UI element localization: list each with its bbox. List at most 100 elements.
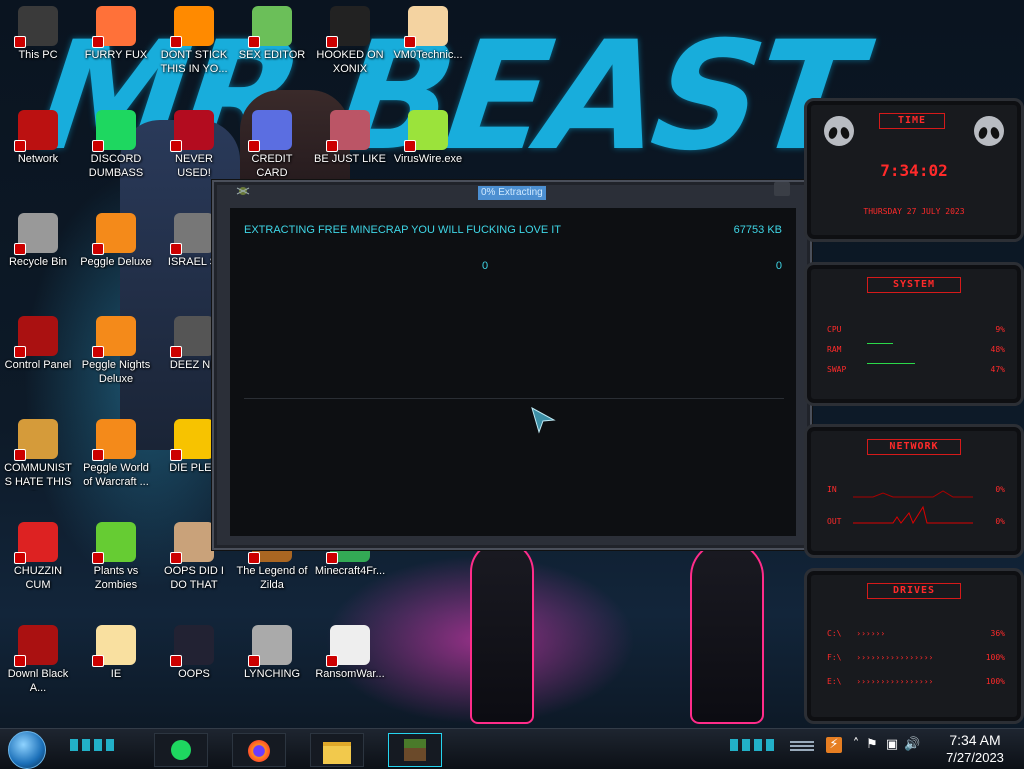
swap-bar [867,363,915,364]
desktop-icon-label: Downl Black A... [7,668,69,694]
swap-row: SWAP 47% [827,365,1005,377]
system-gadget-header: SYSTEM [867,277,961,293]
notification-icon[interactable]: ⚡ [826,737,842,753]
santa-icon [326,110,370,152]
desktop-icon[interactable]: Plants vs Zombies [78,516,154,616]
dialog-title[interactable]: 0% Extracting [478,186,546,200]
alien-icon [14,625,58,667]
taskbar-decoration [70,739,116,751]
control-panel-icon [14,316,58,358]
peggle-icon [92,419,136,461]
desktop-icon[interactable]: Control Panel [0,310,76,410]
volume-icon[interactable]: 🔊 [904,737,920,753]
desktop-icon-label: Peggle World of Warcraft ... [83,462,149,488]
desktop-icon-label: FURRY FUX [84,49,148,61]
dialog-close-area[interactable] [774,182,790,196]
desktop-icon-label: HOOKED ON XONIX [316,49,384,75]
desktop-icon-label: VirusWire.exe [393,153,463,165]
desktop-icon[interactable]: IE [78,619,154,719]
desktop-icon-label: This PC [18,49,58,61]
vlc-cone-icon [170,6,214,48]
desktop-icon[interactable]: Peggle Nights Deluxe [78,310,154,410]
shortcut-arrow-icon [170,552,182,564]
desktop-icon-label: Network [17,153,59,165]
mouse-cursor-icon [531,406,556,434]
chevron-up-icon[interactable]: ˄ [848,737,864,753]
desktop-icon[interactable]: Network [0,104,76,204]
portrait-icon [170,522,214,564]
spotify-icon [171,740,191,760]
swap-value: 47% [990,365,1005,374]
desktop-icon[interactable]: Peggle Deluxe [78,207,154,307]
desktop-icon[interactable]: HOOKED ON XONIX [312,0,388,100]
desktop-icon-label: NEVER USED! [175,153,213,179]
desktop-icon[interactable]: OOPS [156,619,232,719]
desktop-icon[interactable]: SEX EDITOR [234,0,310,100]
desktop-icon[interactable]: CHUZZIN CUM [0,516,76,616]
ram-bar [867,343,893,344]
shortcut-arrow-icon [404,36,416,48]
desktop-icon[interactable]: VM0Technic... [390,0,466,100]
network-gadget: NETWORK IN 0% OUT 0% [804,424,1024,558]
flag-icon[interactable]: ⚑ [864,737,880,753]
shortcut-arrow-icon [170,346,182,358]
desktop-icon-label: BE JUST LIKE [314,153,386,165]
desktop-icon[interactable]: DONT STICK THIS IN YO... [156,0,232,100]
clock-time: 7:34 AM [949,732,1001,748]
drive-f-label: F:\ [827,653,842,662]
desktop-icon[interactable]: Recycle Bin [0,207,76,307]
shortcut-arrow-icon [170,655,182,667]
desktop-icon-label: DISCORD DUMBASS [88,153,144,179]
cpu-value: 9% [995,325,1005,334]
drives-gadget: DRIVES C:\ ›››››› 36% F:\ ››››››››››››››… [804,568,1024,724]
extraction-size: 67753 KB [733,224,782,236]
shortcut-arrow-icon [326,140,338,152]
network-tray-icon[interactable]: ▣ [884,737,900,753]
net-in-label: IN [827,485,837,494]
desktop-icon[interactable]: Peggle World of Warcraft ... [78,413,154,513]
shortcut-arrow-icon [92,140,104,152]
shortcut-arrow-icon [170,36,182,48]
taskbar-firefox-button[interactable] [232,733,286,767]
taskbar-explorer-button[interactable] [310,733,364,767]
shortcut-arrow-icon [92,552,104,564]
peggle-icon [92,213,136,255]
taskbar-clock[interactable]: 7:34 AM 7/27/2023 [930,729,1020,769]
shortcut-arrow-icon [92,346,104,358]
show-desktop-area[interactable] [790,741,814,751]
extraction-dialog[interactable]: 0% Extracting EXTRACTING FREE MINECRAP Y… [212,180,812,550]
network-icon [14,110,58,152]
progress-track [244,398,784,399]
desktop-icon[interactable]: COMMUNISTS HATE THIS G... [0,413,76,513]
shortcut-arrow-icon [326,36,338,48]
money-bag-icon [14,419,58,461]
taskbar-minecraft-button[interactable] [388,733,442,767]
desktop-icon-label: CHUZZIN CUM [13,565,63,591]
doctor-icon [404,6,448,48]
shortcut-arrow-icon [14,449,26,461]
taskbar-spotify-button[interactable] [154,733,208,767]
noose-icon [248,625,292,667]
clock-date: 7/27/2023 [946,750,1004,765]
desktop-icon[interactable]: This PC [0,0,76,100]
file-explorer-icon [323,742,351,764]
drive-c-row: C:\ ›››››› 36% [827,629,1005,638]
desktop-icon-label: COMMUNISTS HATE THIS G... [4,462,72,491]
desktop-icon-label: RansomWar... [315,668,385,680]
shortcut-arrow-icon [14,655,26,667]
start-orb-icon[interactable] [8,731,46,769]
shortcut-arrow-icon [248,36,260,48]
desktop-icon[interactable]: FURRY FUX [78,0,154,100]
desktop-icon-label: Control Panel [4,359,72,371]
shortcut-arrow-icon [14,346,26,358]
desktop-icon[interactable]: Downl Black A... [0,619,76,719]
drive-e-label: E:\ [827,677,842,686]
desktop-icon[interactable]: LYNCHING [234,619,310,719]
time-gadget-header: TIME [879,113,945,129]
dev-cpp-icon [170,110,214,152]
desktop-icon[interactable]: RansomWar... [312,619,388,719]
shortcut-arrow-icon [326,655,338,667]
shortcut-arrow-icon [248,655,260,667]
shortcut-arrow-icon [92,449,104,461]
desktop-icon[interactable]: DISCORD DUMBASS [78,104,154,204]
